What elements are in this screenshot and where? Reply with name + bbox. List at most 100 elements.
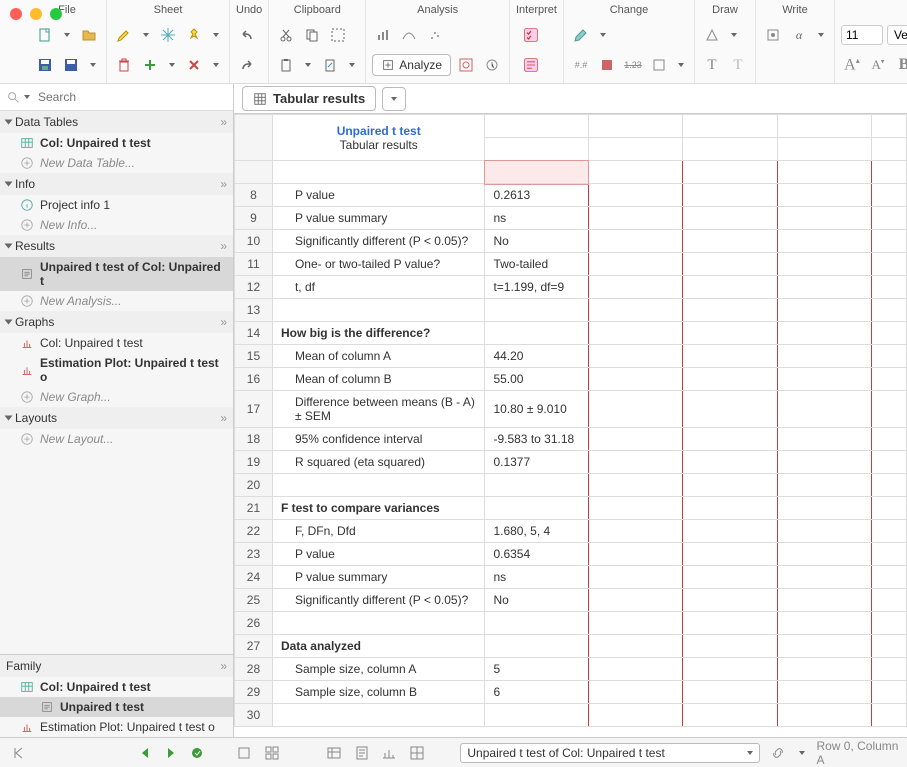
prev-button[interactable] (134, 742, 156, 764)
monte-button[interactable] (424, 24, 446, 46)
rerun-button[interactable] (455, 54, 477, 76)
redo-button[interactable] (236, 54, 258, 76)
paste-link-button[interactable] (319, 54, 341, 76)
font-family-select[interactable] (887, 25, 907, 45)
link-dropdown[interactable] (796, 751, 808, 755)
close-icon[interactable] (10, 8, 22, 20)
row-label[interactable]: Data analyzed (272, 635, 485, 658)
shape-dropdown[interactable] (727, 33, 741, 37)
nav-item[interactable]: Col: Unpaired t test (0, 133, 233, 153)
nav-section-1[interactable]: Info» (0, 173, 233, 195)
row-number[interactable]: 25 (235, 589, 273, 612)
highlight-dropdown[interactable] (139, 33, 153, 37)
linked-table-button[interactable] (324, 742, 344, 764)
row-label[interactable] (272, 612, 485, 635)
highlighter-button[interactable] (113, 24, 135, 46)
font-size-select[interactable] (841, 25, 883, 45)
nav-item[interactable]: Col: Unpaired t test (0, 333, 233, 353)
row-number[interactable]: 26 (235, 612, 273, 635)
row-label[interactable]: Sample size, column A (272, 658, 485, 681)
row-label[interactable]: R squared (eta squared) (272, 451, 485, 474)
row-number[interactable]: 12 (235, 276, 273, 299)
table-title-link[interactable]: Unpaired t test (281, 124, 477, 138)
row-value[interactable] (485, 635, 589, 658)
row-number[interactable]: 11 (235, 253, 273, 276)
row-label[interactable]: F, DFn, Dfd (272, 520, 485, 543)
row-label[interactable]: Significantly different (P < 0.05)? (272, 589, 485, 612)
row-value[interactable]: 6 (485, 681, 589, 704)
remove-dropdown[interactable] (209, 63, 223, 67)
family-item[interactable]: Estimation Plot: Unpaired t test o (0, 717, 233, 737)
row-value[interactable]: 0.6354 (485, 543, 589, 566)
row-label[interactable]: P value (272, 184, 485, 207)
add-button[interactable] (139, 54, 161, 76)
nav-section-2[interactable]: Results» (0, 235, 233, 257)
view-grid-button[interactable] (262, 742, 282, 764)
nav-item[interactable]: Unpaired t test of Col: Unpaired t (0, 257, 233, 291)
maximize-icon[interactable] (50, 8, 62, 20)
row-value[interactable]: ns (485, 207, 589, 230)
row-number[interactable]: 19 (235, 451, 273, 474)
row-value[interactable] (485, 474, 589, 497)
diagnose-button[interactable] (481, 54, 503, 76)
paste-dropdown[interactable] (301, 63, 315, 67)
row-number[interactable]: 16 (235, 368, 273, 391)
copy-button[interactable] (301, 24, 323, 46)
analyze-button[interactable]: Analyze (372, 54, 451, 76)
row-label[interactable] (272, 474, 485, 497)
row-label[interactable]: t, df (272, 276, 485, 299)
alpha-button[interactable]: α (788, 24, 810, 46)
minimize-icon[interactable] (30, 8, 42, 20)
row-value[interactable] (485, 497, 589, 520)
row-label[interactable]: 95% confidence interval (272, 428, 485, 451)
row-number[interactable]: 13 (235, 299, 273, 322)
row-label[interactable]: Mean of column B (272, 368, 485, 391)
freeze-button[interactable] (157, 24, 179, 46)
pin-button[interactable] (183, 24, 205, 46)
paint-dropdown[interactable] (596, 33, 610, 37)
family-item[interactable]: Unpaired t test (0, 697, 233, 717)
text-tool-button[interactable]: T (701, 54, 723, 76)
row-label[interactable] (272, 704, 485, 727)
row-label[interactable]: P value summary (272, 207, 485, 230)
row-value[interactable]: -9.583 to 31.18 (485, 428, 589, 451)
row-number[interactable]: 23 (235, 543, 273, 566)
nav-section-3[interactable]: Graphs» (0, 311, 233, 333)
nav-item[interactable]: New Layout... (0, 429, 233, 449)
note-button[interactable] (762, 24, 784, 46)
row-number[interactable]: 14 (235, 322, 273, 345)
row-label[interactable]: How big is the difference? (272, 322, 485, 345)
row-number[interactable]: 29 (235, 681, 273, 704)
nav-item[interactable]: New Data Table... (0, 153, 233, 173)
linked-info-button[interactable] (352, 742, 372, 764)
row-value[interactable]: No (485, 589, 589, 612)
sheet-select[interactable]: Unpaired t test of Col: Unpaired t test (460, 743, 760, 763)
row-label[interactable]: Sample size, column B (272, 681, 485, 704)
row-value[interactable]: 10.80 ± 9.010 (485, 391, 589, 428)
row-label[interactable]: P value summary (272, 566, 485, 589)
row-number[interactable]: 10 (235, 230, 273, 253)
first-sheet-button[interactable] (8, 742, 28, 764)
nav-section-0[interactable]: Data Tables» (0, 111, 233, 133)
save-dropdown[interactable] (86, 63, 100, 67)
results-table-wrap[interactable]: Unpaired t test Tabular results 8P value… (234, 114, 907, 737)
search-dropdown[interactable] (20, 95, 34, 99)
checklist-button[interactable] (516, 20, 546, 50)
decimal-dec-button[interactable] (596, 54, 618, 76)
row-number[interactable]: 8 (235, 184, 273, 207)
tab-tabular-results[interactable]: Tabular results (242, 86, 376, 111)
row-number[interactable]: 17 (235, 391, 273, 428)
nav-section-4[interactable]: Layouts» (0, 407, 233, 429)
row-label[interactable]: P value (272, 543, 485, 566)
fit-button[interactable] (398, 24, 420, 46)
save-as-button[interactable] (60, 54, 82, 76)
nav-item[interactable]: New Analysis... (0, 291, 233, 311)
save-button[interactable] (34, 54, 56, 76)
search-input[interactable] (34, 88, 227, 106)
row-value[interactable]: Two-tailed (485, 253, 589, 276)
row-value[interactable]: 0.1377 (485, 451, 589, 474)
text-tool2-button[interactable]: T (727, 54, 749, 76)
bold-button[interactable]: B (893, 56, 907, 74)
cut-button[interactable] (275, 24, 297, 46)
pin-dropdown[interactable] (209, 33, 223, 37)
